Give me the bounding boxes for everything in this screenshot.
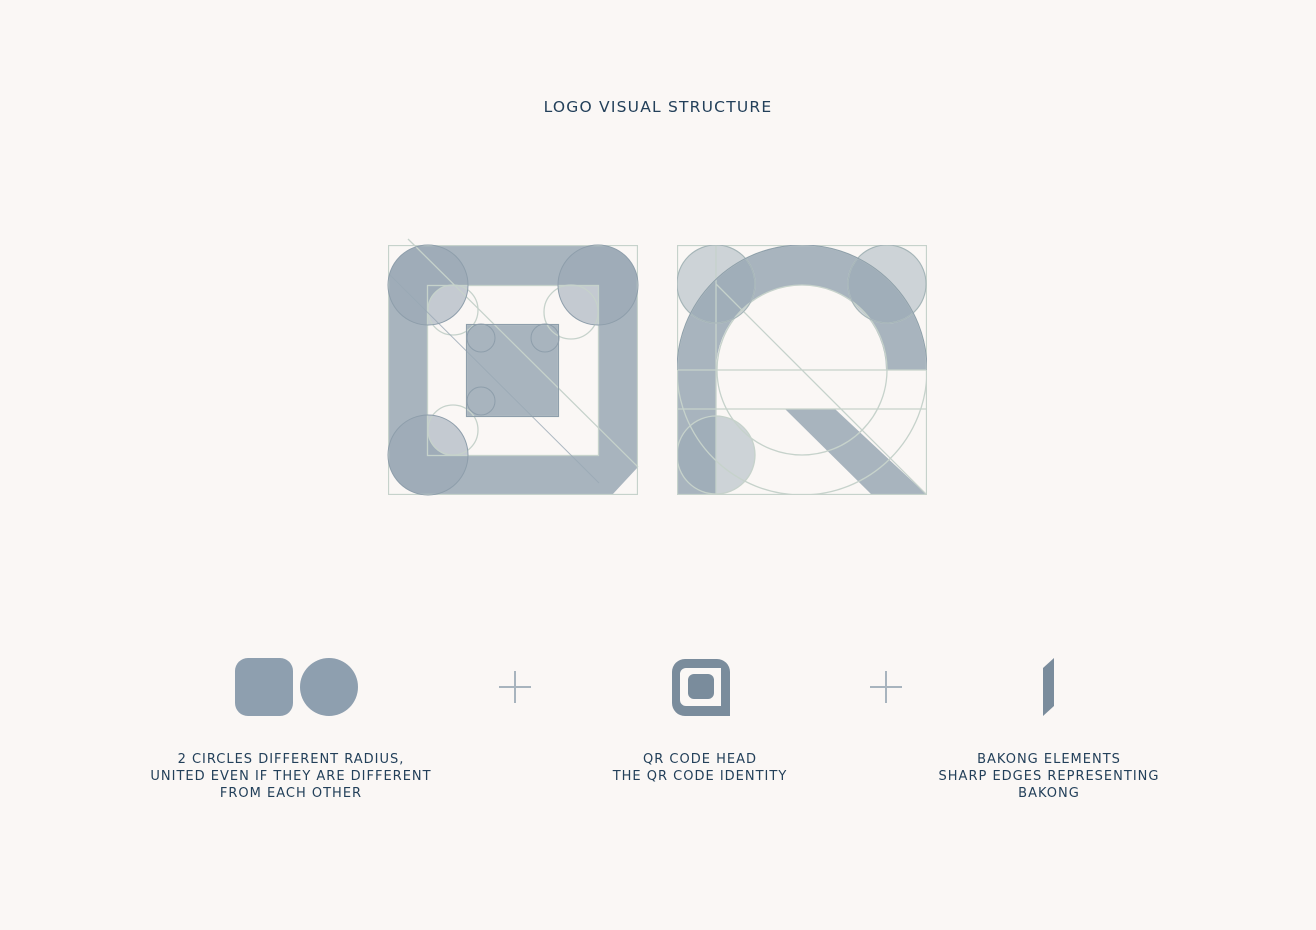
caption-line: 2 CIRCLES DIFFERENT RADIUS,: [177, 752, 405, 767]
logo-structure-board: LOGO VISUAL STRUCTURE 2 CIRCLES DIFFEREN…: [0, 0, 1316, 930]
bakong-elements-caption: BAKONG ELEMENTS SHARP EDGES REPRESENTING…: [899, 751, 1199, 802]
caption-line: FROM EACH OTHER: [219, 786, 363, 801]
logo-construction-diagram: [387, 238, 927, 496]
caption-line: QR CODE HEAD: [643, 752, 757, 767]
plus-icon: [870, 671, 902, 703]
q-letter-construction: [387, 238, 639, 496]
two-circles-element: [235, 658, 358, 716]
caption-line: THE QR CODE IDENTITY: [612, 769, 788, 784]
qr-code-head-element: [672, 659, 730, 716]
e-letter-construction: [677, 245, 927, 495]
q-inner-square: [466, 324, 559, 417]
bakong-sharp-edge-element: [1043, 658, 1054, 716]
caption-line: BAKONG ELEMENTS: [977, 752, 1121, 767]
qr-code-head-caption: QR CODE HEAD THE QR CODE IDENTITY: [560, 751, 840, 785]
caption-line: SHARP EDGES REPRESENTING: [938, 769, 1160, 784]
caption-line: UNITED EVEN IF THEY ARE DIFFERENT: [150, 769, 432, 784]
caption-line: BAKONG: [1018, 786, 1080, 801]
plus-icon: [499, 671, 531, 703]
two-circles-caption: 2 CIRCLES DIFFERENT RADIUS, UNITED EVEN …: [131, 751, 451, 802]
